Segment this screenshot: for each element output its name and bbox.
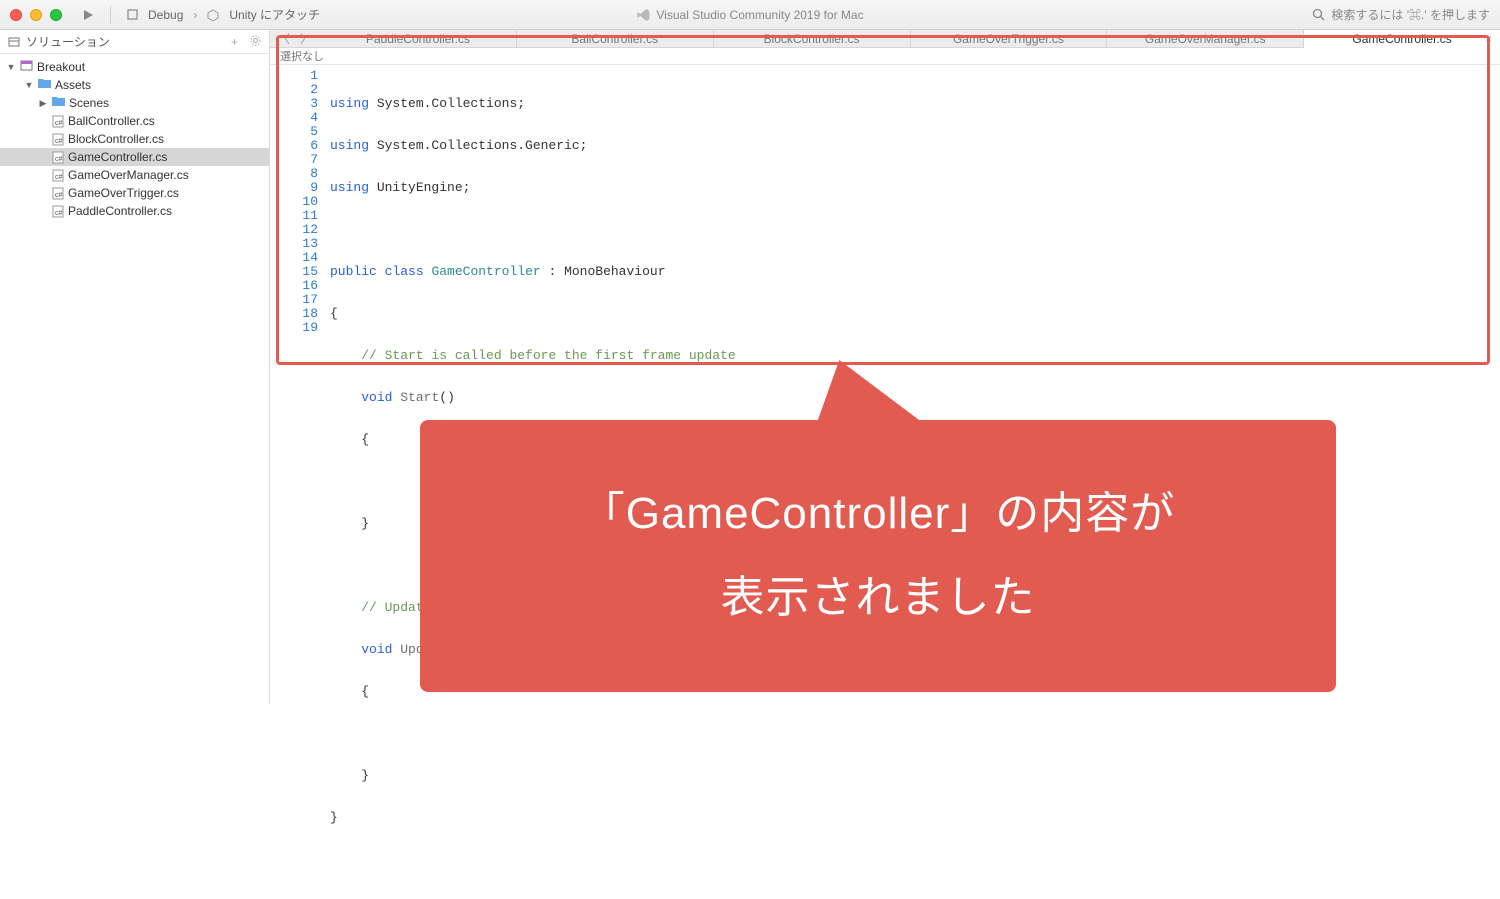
csharp-file-icon: c# [52,187,64,200]
tree-file-item[interactable]: c# GameOverTrigger.cs [0,184,269,202]
folder-icon [52,96,65,110]
solution-icon [8,36,20,48]
attach-label[interactable]: Unity にアタッチ [229,6,320,23]
tab-label: BlockController.cs [764,32,860,46]
tree-file-label: GameController.cs [68,150,167,164]
csharp-file-icon: c# [52,115,64,128]
csharp-file-icon: c# [52,133,64,146]
svg-text:c#: c# [55,174,63,181]
solution-root-icon [20,59,33,75]
sidebar-title: ソリューション [26,33,110,50]
line-gutter: 12345678910111213141516171819 [270,65,330,899]
breadcrumb-label: 選択なし [280,48,324,64]
search-icon[interactable] [1312,8,1325,21]
tree-file-item[interactable]: c# BlockController.cs [0,130,269,148]
tab-nav-buttons: 〈 〉 [270,30,320,47]
target-icon[interactable] [127,9,138,20]
tree-file-label: GameOverManager.cs [68,168,189,182]
tab-label: BallController.cs [571,32,658,46]
search-hint-label[interactable]: 検索するには '⌘.' を押します [1331,6,1490,23]
add-icon[interactable]: + [231,35,238,49]
tree-file-item[interactable]: c# GameController.cs [0,148,269,166]
callout-line2: 表示されました [721,556,1036,640]
close-window-button[interactable] [10,9,22,21]
tree-root[interactable]: ▼ Breakout [0,58,269,76]
folder-icon [38,78,51,92]
sidebar: ソリューション + ▼ Breakout ▼ Assets [0,30,270,704]
nav-forward-icon[interactable]: 〉 [300,30,312,47]
close-icon[interactable]: × [1485,32,1492,46]
tree-file-item[interactable]: c# PaddleController.cs [0,202,269,220]
titlebar: Debug › Unity にアタッチ Visual Studio Commun… [0,0,1500,30]
annotation-callout: 「GameController」の内容が 表示されました [420,420,1336,692]
csharp-file-icon: c# [52,169,64,182]
editor-tab[interactable]: GameOverTrigger.cs [911,30,1108,47]
tree-file-item[interactable]: c# GameOverManager.cs [0,166,269,184]
tree-file-label: GameOverTrigger.cs [68,186,179,200]
svg-text:c#: c# [55,156,63,163]
svg-text:c#: c# [55,120,63,127]
callout-arrow [789,360,945,440]
tree-assets[interactable]: ▼ Assets [0,76,269,94]
editor-tab[interactable]: BlockController.cs [714,30,911,47]
separator [110,6,111,24]
svg-text:c#: c# [55,138,63,145]
play-icon[interactable] [82,9,94,21]
tree-assets-label: Assets [55,78,91,92]
tree-root-label: Breakout [37,60,85,74]
app-title-label: Visual Studio Community 2019 for Mac [656,8,863,22]
chevron-right-icon[interactable]: ▶ [38,98,48,109]
callout-line1: 「GameController」の内容が [581,472,1176,556]
svg-text:c#: c# [55,210,63,217]
tree-file-label: BallController.cs [68,114,155,128]
editor-tab[interactable]: GameController.cs × [1304,30,1500,48]
svg-text:c#: c# [55,192,63,199]
solution-tree: ▼ Breakout ▼ Assets ▶ Scene [0,54,269,224]
minimize-window-button[interactable] [30,9,42,21]
tree-scenes-label: Scenes [69,96,109,110]
gear-icon[interactable] [250,35,261,49]
unity-icon [207,9,219,21]
tab-label: GameOverTrigger.cs [953,32,1064,46]
content: ソリューション + ▼ Breakout ▼ Assets [0,30,1500,704]
breadcrumb[interactable]: 選択なし [270,48,1500,65]
editor-tab[interactable]: PaddleController.cs [320,30,517,47]
tab-bar: 〈 〉 PaddleController.cs BallController.cs… [270,30,1500,48]
tab-label: GameOverManager.cs [1145,32,1266,46]
maximize-window-button[interactable] [50,9,62,21]
sidebar-header: ソリューション + [0,30,269,54]
nav-back-icon[interactable]: 〈 [278,30,290,47]
tree-scenes[interactable]: ▶ Scenes [0,94,269,112]
window-controls [10,9,62,21]
debug-config-label[interactable]: Debug [148,8,183,22]
chevron-down-icon[interactable]: ▼ [24,80,34,90]
tab-label: PaddleController.cs [366,32,470,46]
toolbar-right: 検索するには '⌘.' を押します [1312,6,1490,23]
tree-file-label: PaddleController.cs [68,204,172,218]
chevron-down-icon[interactable]: ▼ [6,62,16,72]
toolbar-left: Debug › Unity にアタッチ [82,6,320,24]
editor-tab[interactable]: BallController.cs [517,30,714,47]
chevron-right-icon: › [193,8,197,22]
titlebar-center: Visual Studio Community 2019 for Mac [636,8,863,22]
tab-label: GameController.cs [1352,32,1451,46]
csharp-file-icon: c# [52,151,64,164]
tree-file-item[interactable]: c# BallController.cs [0,112,269,130]
main-area: 〈 〉 PaddleController.cs BallController.cs… [270,30,1500,704]
vs-logo-icon [636,8,650,22]
editor-tab[interactable]: GameOverManager.cs [1107,30,1304,47]
tree-file-label: BlockController.cs [68,132,164,146]
csharp-file-icon: c# [52,205,64,218]
